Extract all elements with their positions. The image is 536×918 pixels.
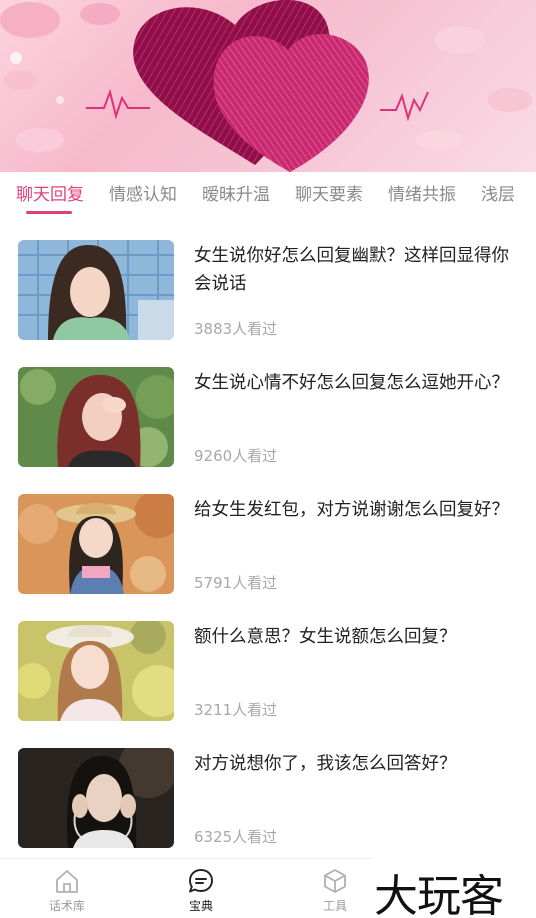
tab-label: 聊天要素 [295,185,363,205]
article-title: 女生说心情不好怎么回复怎么逗她开心？ [194,373,509,393]
nav-item-script-library[interactable]: 话术库 [0,859,134,918]
article-thumbnail [18,240,174,340]
tab-emotion-cognition[interactable]: 情感认知 [93,172,186,220]
list-item[interactable]: 女生说心情不好怎么回复怎么逗她开心？ 9260人看过 [0,363,536,490]
article-thumbnail [18,748,174,848]
article-title: 给女生发红包，对方说谢谢怎么回复好？ [194,500,509,520]
article-thumbnail [18,621,174,721]
watermark-text: 大玩客 [374,871,504,918]
nav-label: 宝典 [188,899,213,913]
view-count: 9260人看过 [194,447,278,465]
list-item[interactable]: 对方说想你了，我该怎么回答好？ 6325人看过 [0,744,536,871]
article-thumbnail [18,367,174,467]
article-title: 女生说你好怎么回复幽默？这样回显得你会说话 [194,246,509,294]
article-thumbnail [18,494,174,594]
tab-label: 浅层 [481,185,515,205]
list-item[interactable]: 给女生发红包，对方说谢谢怎么回复好？ 5791人看过 [0,490,536,617]
tab-label: 情感认知 [109,185,177,205]
list-item[interactable]: 额什么意思？女生说额怎么回复？ 3211人看过 [0,617,536,744]
view-count: 3883人看过 [194,320,278,338]
hearts-illustration [0,0,532,172]
category-tabs: 聊天回复 情感认知 暧昧升温 聊天要素 情绪共振 浅层 [0,172,536,220]
active-tab-indicator [26,211,72,214]
view-count: 5791人看过 [194,574,278,592]
list-item[interactable]: 女生说你好怎么回复幽默？这样回显得你会说话 3883人看过 [0,236,536,363]
watermark-logo: 大玩客 [372,858,536,918]
view-count: 3211人看过 [194,701,278,719]
tab-chat-elements[interactable]: 聊天要素 [279,172,372,220]
tab-flirt-warmup[interactable]: 暧昧升温 [186,172,279,220]
tab-label: 情绪共振 [388,185,456,205]
tab-label: 聊天回复 [16,185,84,205]
tab-chat-reply[interactable]: 聊天回复 [0,172,93,220]
cube-icon [324,869,346,893]
nav-item-handbook[interactable]: 宝典 [134,859,268,918]
hero-banner[interactable] [0,0,536,172]
tab-label: 暧昧升温 [202,185,270,205]
tab-emotion-resonance[interactable]: 情绪共振 [372,172,465,220]
chat-bubble-icon [189,869,213,893]
article-list: 女生说你好怎么回复幽默？这样回显得你会说话 3883人看过 女生说心情不好怎么回… [0,236,536,871]
nav-label: 话术库 [48,899,85,913]
article-title: 额什么意思？女生说额怎么回复？ [194,627,457,647]
view-count: 6325人看过 [194,828,278,846]
tab-shallow[interactable]: 浅层 [465,172,536,220]
home-icon [56,870,78,893]
article-title: 对方说想你了，我该怎么回答好？ [194,754,457,774]
